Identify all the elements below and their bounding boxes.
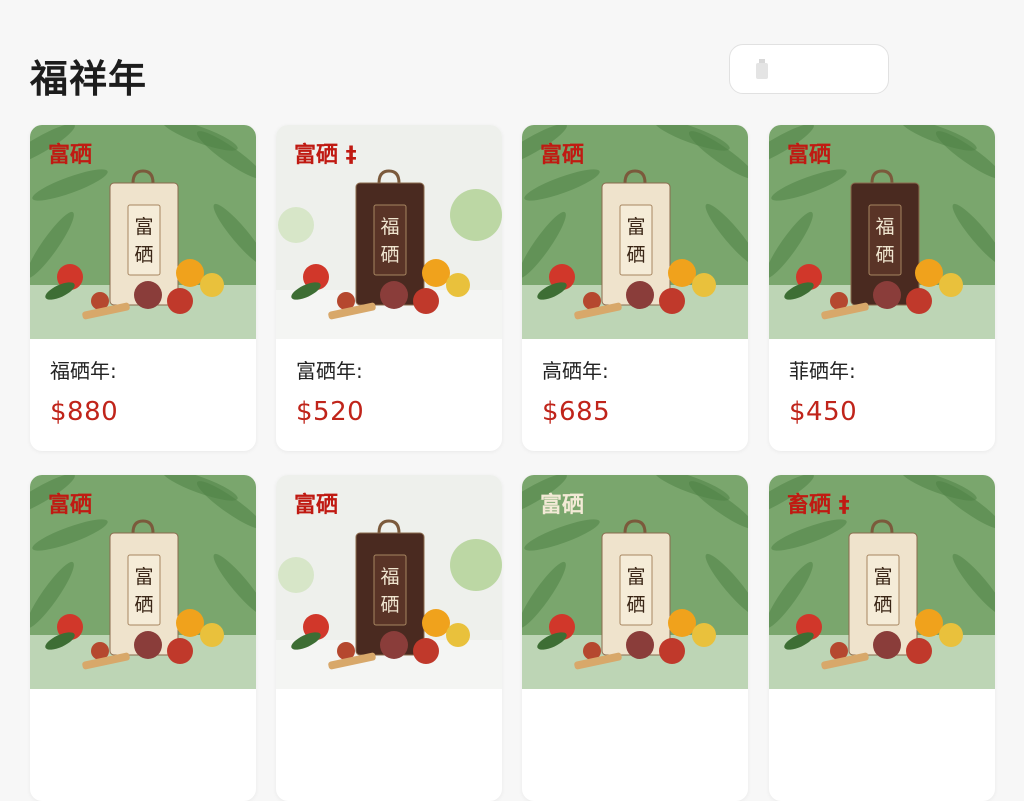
svg-text:富: 富 (134, 566, 153, 588)
product-brand-label: 富硒 (787, 143, 832, 168)
product-brand-label: 富硒 (540, 493, 585, 518)
svg-text:富: 富 (626, 566, 645, 588)
product-card[interactable]: 富硒富硒 (30, 475, 256, 801)
product-price: $685 (542, 397, 611, 427)
svg-text:富: 富 (134, 216, 153, 238)
search-box[interactable] (729, 44, 889, 94)
svg-text:富: 富 (873, 566, 892, 588)
product-name: 菲硒年: (789, 359, 856, 383)
product-name: 高硒年: (542, 359, 609, 383)
product-card[interactable]: 富硒富硒 福硒年: $880 (30, 125, 256, 451)
page-title: 福祥年 (30, 57, 148, 101)
svg-text:硒: 硒 (873, 594, 892, 616)
product-brand-label: 富硒 ‡ (294, 143, 357, 168)
svg-text:硒: 硒 (380, 244, 399, 266)
product-card[interactable]: 福硒 富硒菲硒年: $450 (769, 125, 995, 451)
product-name: 富硒年: (296, 359, 363, 383)
product-brand-label: 富硒 (294, 493, 339, 518)
product-card[interactable]: 福硒 富硒 ‡ 富硒年: $520 (276, 125, 502, 451)
product-price: $880 (50, 397, 119, 427)
product-card[interactable]: 福硒 富硒 (276, 475, 502, 801)
product-price: $450 (789, 397, 858, 427)
bottle-icon (756, 59, 768, 79)
svg-text:福: 福 (380, 566, 399, 588)
svg-text:硒: 硒 (626, 594, 645, 616)
product-card[interactable]: 富硒富硒 (522, 475, 748, 801)
product-brand-label: 富硒 (48, 493, 93, 518)
svg-text:富: 富 (626, 216, 645, 238)
svg-text:硒: 硒 (380, 594, 399, 616)
product-card[interactable]: 富硒 畜硒 ‡ (769, 475, 995, 801)
product-name: 福硒年: (50, 359, 117, 383)
svg-text:硒: 硒 (134, 244, 153, 266)
svg-text:硒: 硒 (875, 244, 894, 266)
product-brand-label: 富硒 (48, 143, 93, 168)
svg-text:福: 福 (380, 216, 399, 238)
product-card[interactable]: 富硒富硒 高硒年: $685 (522, 125, 748, 451)
svg-text:福: 福 (875, 216, 894, 238)
product-brand-label: 富硒 (540, 143, 585, 168)
product-price: $520 (296, 397, 365, 427)
svg-text:硒: 硒 (626, 244, 645, 266)
product-brand-label: 畜硒 ‡ (787, 493, 850, 518)
svg-text:硒: 硒 (134, 594, 153, 616)
